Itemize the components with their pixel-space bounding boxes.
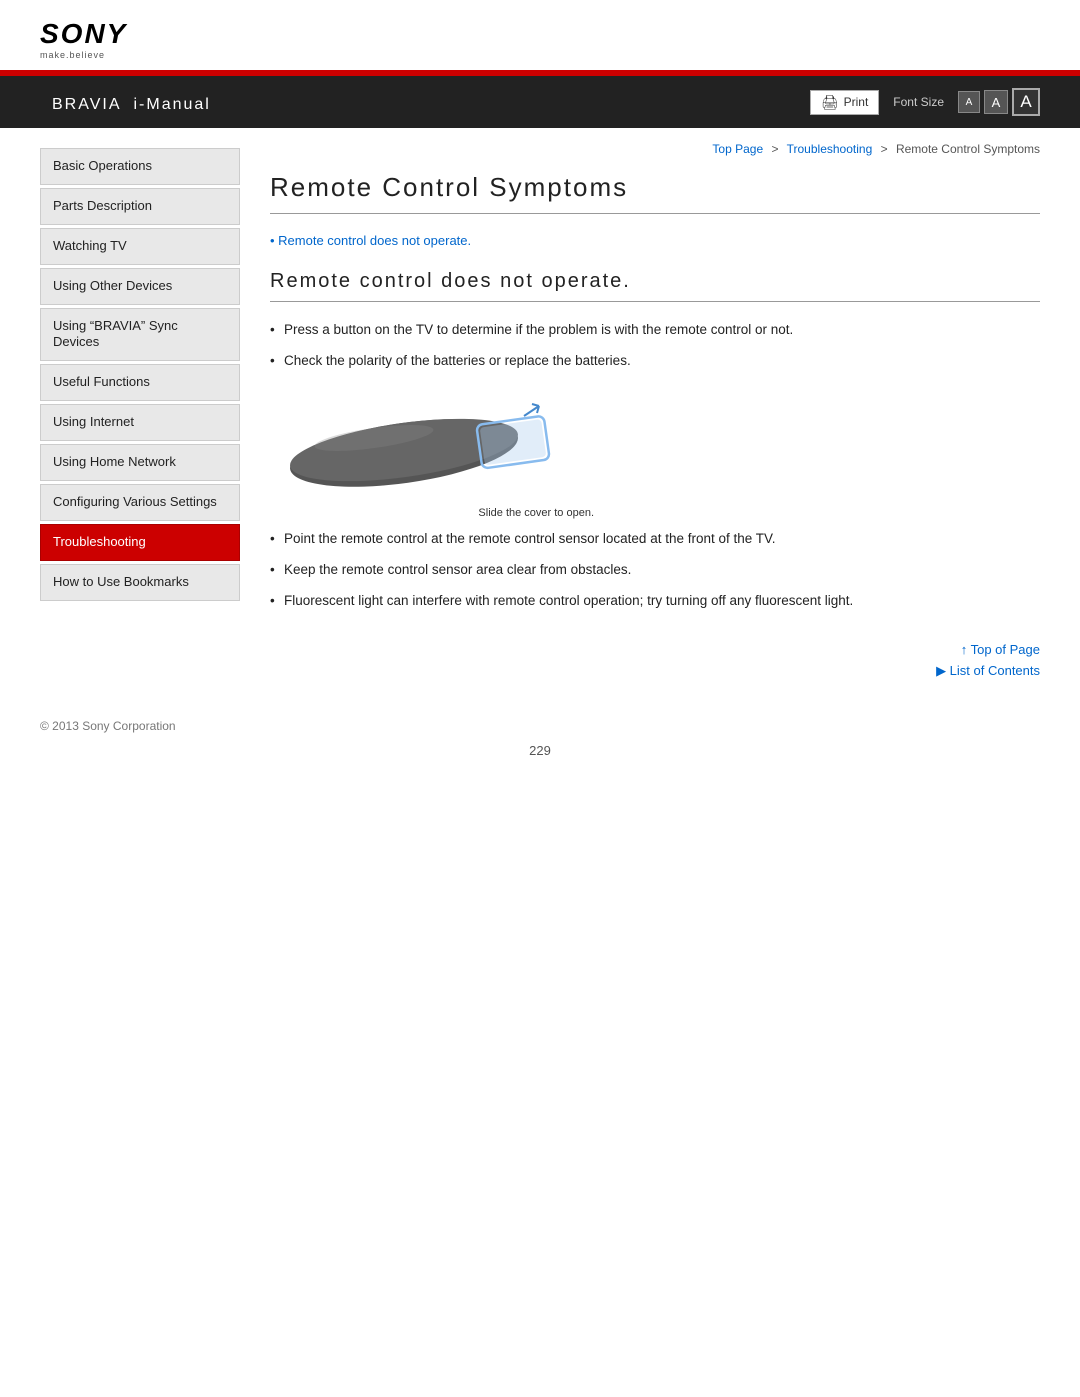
font-size-label: Font Size <box>893 95 944 109</box>
list-of-contents-link[interactable]: ▶ List of Contents <box>936 663 1040 679</box>
breadcrumb-troubleshooting[interactable]: Troubleshooting <box>787 142 873 156</box>
sidebar-item-useful-functions[interactable]: Useful Functions <box>40 364 240 401</box>
sony-logo: SONY make.believe <box>40 18 127 60</box>
page-number: 229 <box>0 743 1080 778</box>
print-button[interactable]: 🖨 Print <box>810 90 879 115</box>
bravia-title: BRAVIAi-Manual <box>40 89 211 115</box>
copyright: © 2013 Sony Corporation <box>40 719 176 733</box>
slide-label: Slide the cover to open. <box>478 507 594 519</box>
page-title: Remote Control Symptoms <box>270 172 1040 214</box>
top-of-page-label: Top of Page <box>971 642 1040 657</box>
print-icon: 🖨 <box>821 94 839 111</box>
sidebar-item-using-other-devices[interactable]: Using Other Devices <box>40 268 240 305</box>
sidebar-item-watching-tv[interactable]: Watching TV <box>40 228 240 265</box>
breadcrumb: Top Page > Troubleshooting > Remote Cont… <box>270 142 1040 156</box>
sidebar-item-troubleshooting[interactable]: Troubleshooting <box>40 524 240 561</box>
up-arrow-icon: ↑ <box>961 642 971 657</box>
bullet-item-2: Check the polarity of the batteries or r… <box>270 351 1040 372</box>
print-label: Print <box>844 95 869 109</box>
sidebar: Basic Operations Parts Description Watch… <box>0 128 240 699</box>
sidebar-item-using-internet[interactable]: Using Internet <box>40 404 240 441</box>
remote-svg: Slide the cover to open. <box>284 388 584 501</box>
bullet-item-3: Point the remote control at the remote c… <box>270 529 1040 550</box>
font-size-controls: A A A <box>958 88 1040 116</box>
top-of-page-link[interactable]: ↑ Top of Page <box>961 642 1040 657</box>
breadcrumb-sep2: > <box>881 142 888 156</box>
top-bar: SONY make.believe <box>0 0 1080 70</box>
sidebar-item-configuring[interactable]: Configuring Various Settings <box>40 484 240 521</box>
font-large-button[interactable]: A <box>1012 88 1040 116</box>
breadcrumb-current: Remote Control Symptoms <box>896 142 1040 156</box>
nav-right: 🖨 Print Font Size A A A <box>810 88 1040 116</box>
sidebar-item-home-network[interactable]: Using Home Network <box>40 444 240 481</box>
sidebar-item-how-to-use[interactable]: How to Use Bookmarks <box>40 564 240 601</box>
font-medium-button[interactable]: A <box>984 90 1008 114</box>
remote-image: Slide the cover to open. <box>284 388 1040 501</box>
content-area: Top Page > Troubleshooting > Remote Cont… <box>240 128 1080 699</box>
right-arrow-icon: ▶ <box>936 663 950 678</box>
remote-control-illustration <box>284 388 584 498</box>
section-heading: Remote control does not operate. <box>270 270 1040 302</box>
main-layout: Basic Operations Parts Description Watch… <box>0 128 1080 699</box>
sidebar-item-basic-operations[interactable]: Basic Operations <box>40 148 240 185</box>
breadcrumb-top-page[interactable]: Top Page <box>712 142 763 156</box>
bullet-item-1: Press a button on the TV to determine if… <box>270 320 1040 341</box>
bullet-list: Press a button on the TV to determine if… <box>270 320 1040 372</box>
font-small-button[interactable]: A <box>958 91 980 113</box>
bullet-item-4: Keep the remote control sensor area clea… <box>270 560 1040 581</box>
sony-brand-name: SONY <box>40 18 127 50</box>
bullet-list-2: Point the remote control at the remote c… <box>270 529 1040 612</box>
sony-tagline: make.believe <box>40 50 105 60</box>
breadcrumb-sep1: > <box>771 142 778 156</box>
list-of-contents-label: List of Contents <box>950 663 1040 678</box>
toc-link-remote[interactable]: Remote control does not operate. <box>270 233 471 248</box>
nav-bar: BRAVIAi-Manual 🖨 Print Font Size A A A <box>0 76 1080 128</box>
sidebar-item-bravia-sync[interactable]: Using “BRAVIA” Sync Devices <box>40 308 240 362</box>
bullet-item-5: Fluorescent light can interfere with rem… <box>270 591 1040 612</box>
bottom-nav: ↑ Top of Page ▶ List of Contents <box>270 642 1040 679</box>
sidebar-item-parts-description[interactable]: Parts Description <box>40 188 240 225</box>
